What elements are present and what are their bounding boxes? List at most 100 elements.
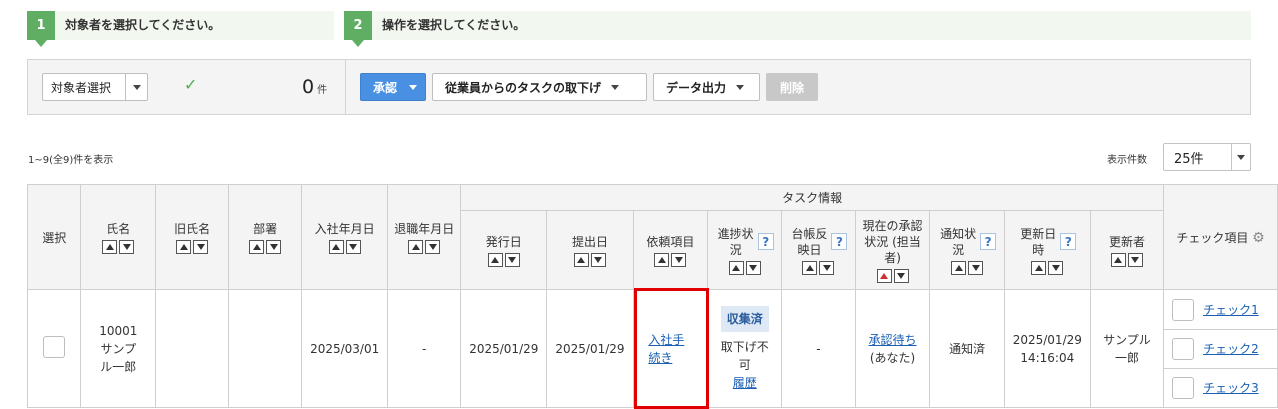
target-select-button[interactable]: 対象者選択 (42, 73, 148, 101)
check-mark-icon: ✓ (184, 75, 198, 94)
cell-submit-date: 2025/01/29 (546, 289, 634, 408)
check-item-checkbox[interactable] (1172, 376, 1195, 399)
cell-issue-date: 2025/01/29 (460, 289, 548, 408)
header-request-item: 依頼項目 (632, 210, 709, 290)
sort-desc-icon[interactable] (119, 240, 135, 254)
header-approval-status: 現在の承認状況 (担当者) (854, 210, 931, 290)
header-updater-label: 更新者 (1108, 235, 1145, 249)
step-2-number: 2 (344, 11, 372, 47)
header-submit-date: 提出日 (546, 210, 634, 290)
sort-desc-icon[interactable] (671, 253, 687, 267)
step-1: 1 対象者を選択してください。 (27, 11, 334, 47)
cell-request-item: 入社手続き (632, 288, 710, 409)
header-dept-label: 部署 (253, 222, 278, 236)
cell-progress: 収集済 取下げ不可 履歴 (707, 289, 783, 408)
sort-desc-icon[interactable] (893, 268, 909, 283)
cell-retire-date: - (387, 289, 462, 408)
data-export-button[interactable]: データ出力 (653, 73, 760, 101)
sort-asc-icon[interactable] (728, 260, 744, 275)
header-notify-status: 通知状況? (929, 210, 1005, 290)
sort-asc-icon[interactable] (487, 253, 503, 267)
header-request-item-label: 依頼項目 (646, 235, 695, 249)
withdraw-task-button[interactable]: 従業員からのタスクの取下げ (432, 73, 647, 101)
check-item: チェック3 (1164, 369, 1277, 407)
sort-asc-icon[interactable] (876, 268, 892, 283)
delete-button[interactable]: 削除 (766, 73, 818, 101)
page-size-value: 25件 (1174, 151, 1204, 167)
page-size-label: 表示件数 (1107, 155, 1147, 166)
cell-notify: 通知済 (929, 289, 1005, 408)
sort-desc-icon[interactable] (590, 253, 606, 267)
sort-asc-icon[interactable] (1110, 253, 1126, 267)
help-icon[interactable]: ? (831, 233, 848, 250)
selected-count-unit: 件 (317, 85, 328, 96)
gear-icon[interactable]: ⚙ (1252, 230, 1265, 246)
status-badge: 収集済 (720, 305, 769, 332)
sort-desc-icon[interactable] (345, 240, 361, 254)
check-item-link[interactable]: チェック3 (1203, 379, 1259, 396)
chevron-down-icon (126, 84, 147, 90)
sort-desc-icon[interactable] (968, 260, 984, 275)
header-notify-label: 通知状況 (940, 226, 977, 257)
check-item-checkbox[interactable] (1172, 337, 1195, 360)
sort-asc-icon[interactable] (249, 240, 265, 254)
header-retire-date-label: 退職年月日 (394, 222, 455, 236)
divider (345, 60, 346, 114)
table-row: 10001 サンプル一郎 2025/03/01 - 2025/01/29 202… (26, 288, 1278, 409)
sort-asc-icon[interactable] (1031, 260, 1047, 275)
header-name-label: 氏名 (106, 222, 131, 236)
help-icon[interactable]: ? (1060, 233, 1077, 250)
sort-asc-icon[interactable] (176, 240, 192, 254)
request-item-link[interactable]: 入社手続き (648, 331, 692, 367)
header-progress-label: 進捗状況 (717, 226, 754, 257)
approval-status-link[interactable]: 承認待ち (869, 333, 917, 347)
header-name: 氏名 (80, 184, 157, 290)
sort-asc-icon[interactable] (654, 253, 670, 267)
help-icon[interactable]: ? (980, 233, 997, 250)
approve-button[interactable]: 承認 (360, 73, 426, 101)
cell-ledger-date: - (781, 289, 856, 408)
sort-asc-icon[interactable] (802, 260, 818, 275)
approval-assignee: (あなた) (869, 350, 916, 365)
sort-asc-icon[interactable] (102, 240, 118, 254)
sort-desc-icon[interactable] (1127, 253, 1143, 267)
header-hire-date-label: 入社年月日 (314, 222, 375, 236)
row-checkbox[interactable] (43, 336, 66, 358)
sort-desc-icon[interactable] (425, 240, 441, 254)
sort-asc-icon[interactable] (573, 253, 589, 267)
sort-asc-icon[interactable] (951, 260, 967, 275)
header-task-info: タスク情報 (460, 184, 1165, 211)
sort-desc-icon[interactable] (1048, 260, 1064, 275)
sort-desc-icon[interactable] (745, 260, 761, 275)
header-progress: 進捗状況? (707, 210, 783, 290)
cell-dept (228, 289, 303, 408)
header-old-name-label: 旧氏名 (174, 222, 211, 236)
step-1-number: 1 (27, 11, 55, 47)
task-table: 選択 氏名 旧氏名 部署 入社年月日 退職年月日 タスク情報 チェック項目 ⚙ … (26, 184, 1278, 409)
header-submit-date-label: 提出日 (571, 235, 608, 249)
sort-desc-icon[interactable] (193, 240, 209, 254)
sort-desc-icon[interactable] (266, 240, 282, 254)
check-item-link[interactable]: チェック2 (1203, 340, 1259, 357)
sort-asc-icon[interactable] (408, 240, 424, 254)
sort-desc-icon[interactable] (504, 253, 520, 267)
header-dept: 部署 (228, 184, 303, 290)
step-2-text: 操作を選択してください。 (382, 18, 526, 32)
header-updater: 更新者 (1089, 210, 1165, 290)
header-updated-at: 更新日時? (1003, 210, 1091, 290)
header-check-items: チェック項目 ⚙ (1163, 184, 1278, 290)
check-item-checkbox[interactable] (1172, 298, 1195, 321)
header-retire-date: 退職年月日 (387, 184, 462, 290)
history-link[interactable]: 履歴 (733, 376, 757, 390)
help-icon[interactable]: ? (757, 233, 774, 250)
header-select: 選択 (26, 184, 82, 290)
sort-asc-icon[interactable] (328, 240, 344, 254)
page-size-select[interactable]: 25件 (1163, 143, 1251, 171)
selected-count: 0 (302, 76, 315, 98)
chevron-down-icon (611, 84, 620, 90)
cell-approval: 承認待ち (あなた) (854, 289, 931, 408)
data-export-label: データ出力 (666, 80, 727, 95)
header-updated-label: 更新日時 (1020, 226, 1057, 257)
check-item-link[interactable]: チェック1 (1203, 301, 1259, 318)
sort-desc-icon[interactable] (819, 260, 835, 275)
